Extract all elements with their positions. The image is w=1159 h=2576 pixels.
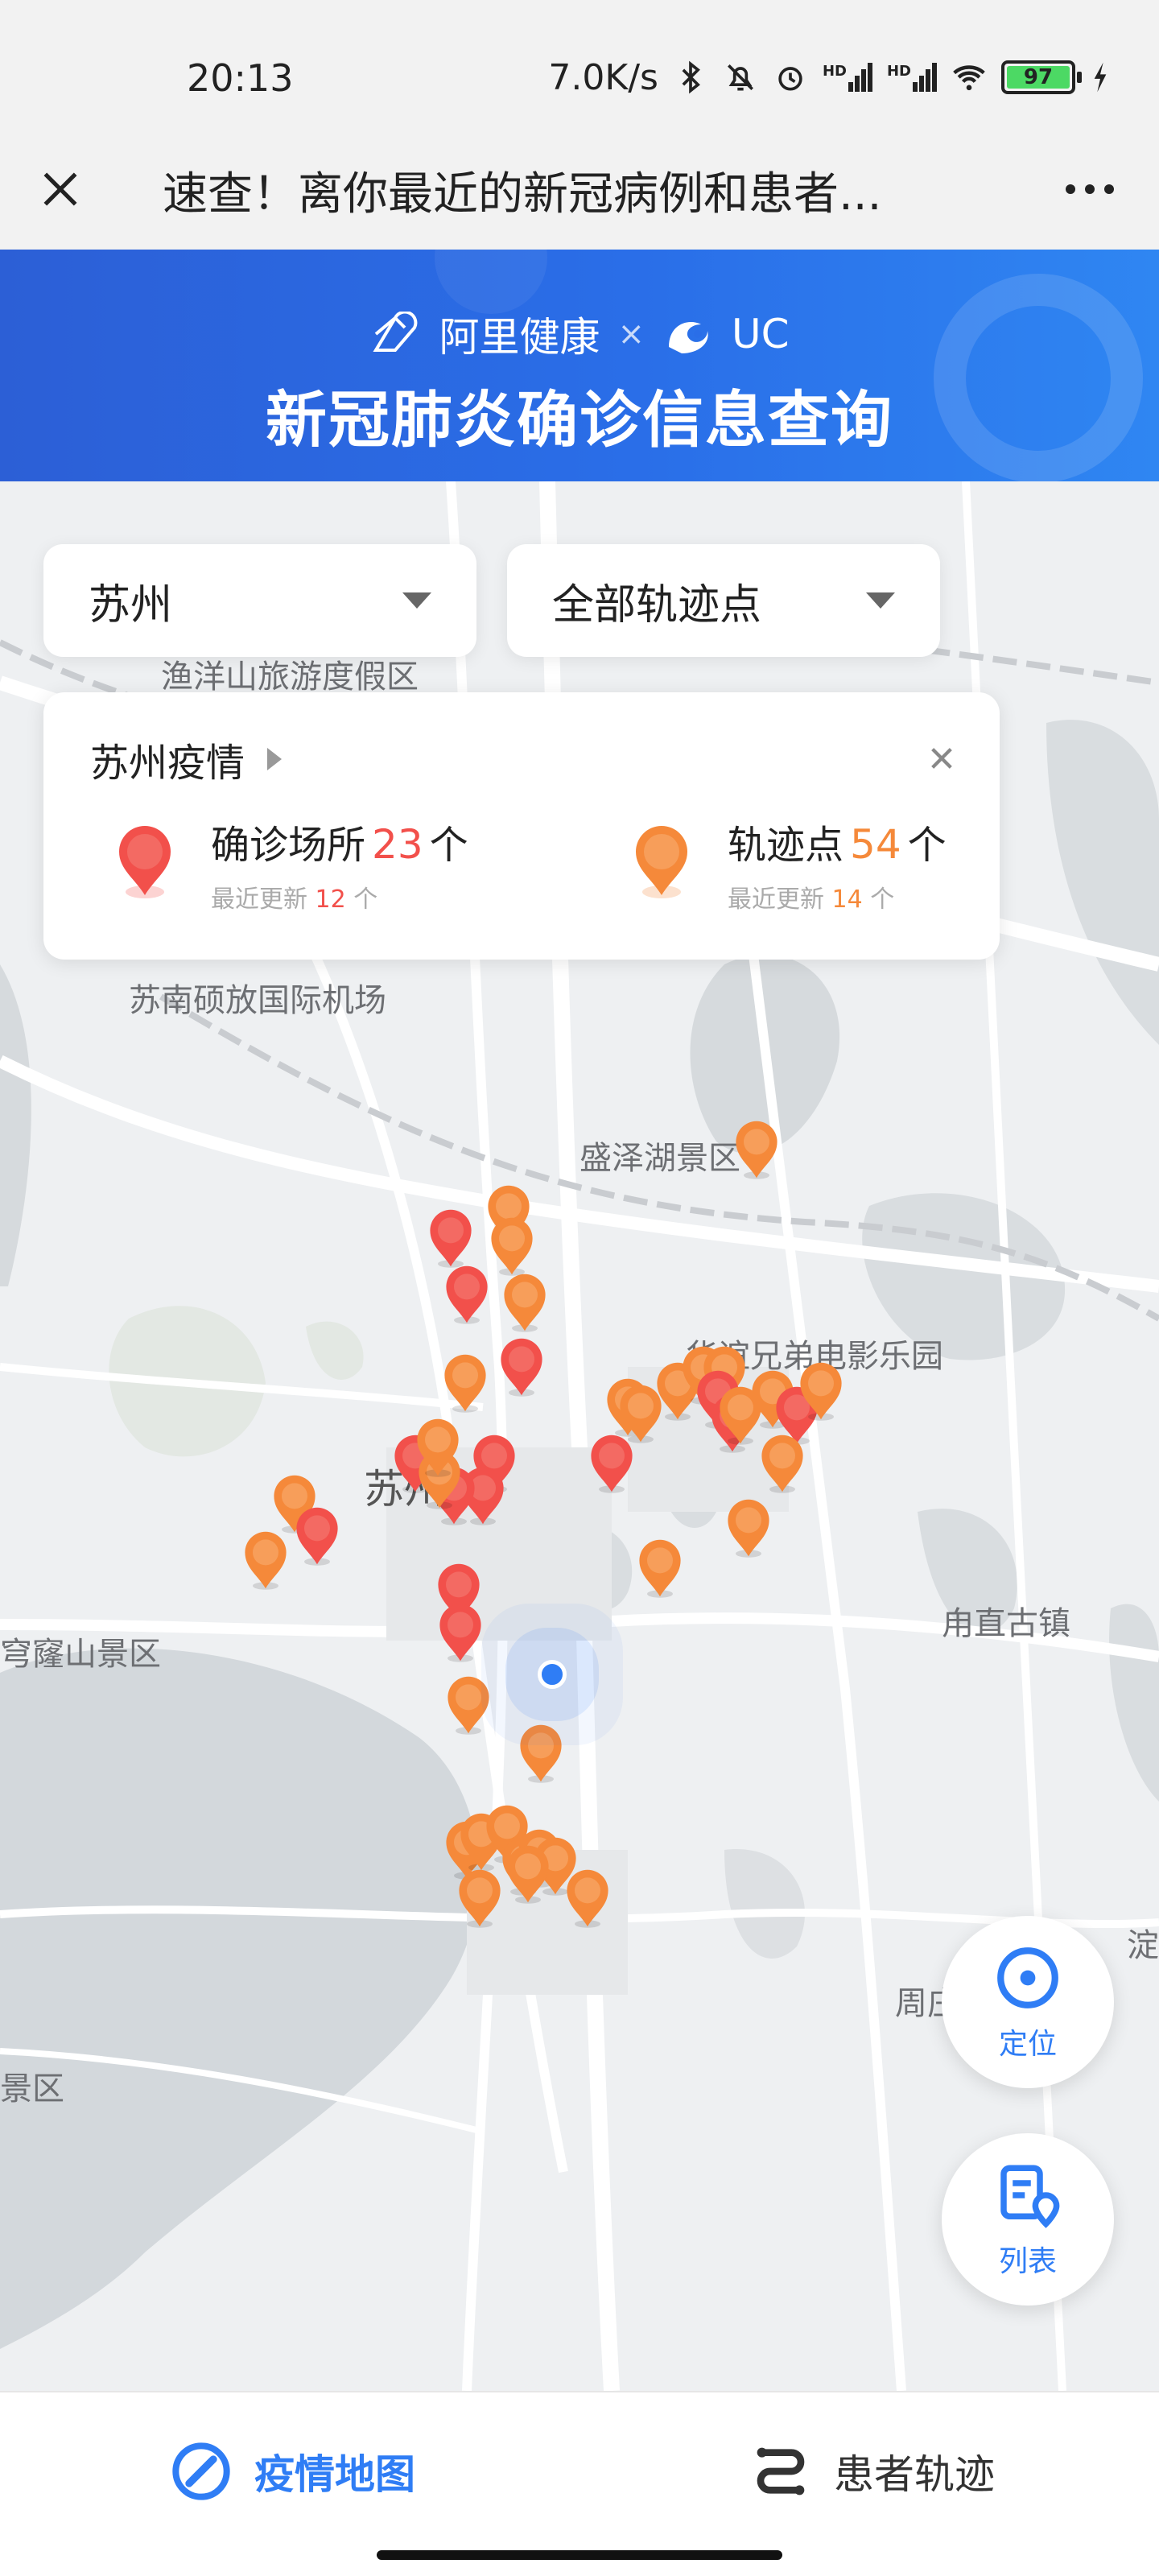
map-label-luzhi: 甪直古镇 bbox=[942, 1605, 1070, 1642]
track-count: 54 bbox=[850, 821, 901, 868]
confirmed-pin-icon bbox=[119, 826, 171, 898]
track-point-marker[interactable] bbox=[412, 1415, 464, 1480]
route-icon bbox=[757, 2447, 805, 2496]
track-point-marker[interactable] bbox=[443, 1673, 494, 1737]
alihealth-logo-icon bbox=[373, 312, 418, 352]
more-button[interactable] bbox=[1050, 153, 1130, 225]
current-location-dot bbox=[538, 1660, 567, 1689]
map-label-resort: 渔洋山旅游度假区 bbox=[161, 658, 419, 696]
map-label-scenic: 景区 bbox=[0, 2070, 64, 2107]
tab-epidemic-map-label: 疫情地图 bbox=[254, 2451, 415, 2498]
track-point-marker[interactable] bbox=[240, 1528, 291, 1592]
map-label-airport: 苏南硕放国际机场 bbox=[129, 982, 386, 1019]
track-pin-icon bbox=[636, 826, 687, 898]
track-label: 轨迹点 bbox=[728, 823, 844, 868]
confirmed-location-marker[interactable] bbox=[441, 1262, 493, 1327]
track-point-marker[interactable] bbox=[502, 1842, 554, 1906]
brand-uc: UC bbox=[732, 311, 790, 357]
locate-button[interactable]: 定位 bbox=[942, 1916, 1114, 2088]
alarm-icon bbox=[778, 67, 802, 91]
confirmed-location-marker[interactable] bbox=[291, 1504, 343, 1568]
track-updated-count: 14 bbox=[831, 886, 863, 914]
type-dropdown-value: 全部轨迹点 bbox=[552, 580, 762, 630]
confirmed-updated-label: 最近更新 bbox=[211, 886, 307, 914]
net-speed: 7.0K/s bbox=[548, 56, 658, 98]
brand-alihealth: 阿里健康 bbox=[439, 314, 600, 361]
list-icon bbox=[1000, 2165, 1060, 2228]
map-label-qionglong: 穹窿山景区 bbox=[0, 1636, 161, 1673]
battery-icon: 97 bbox=[1001, 60, 1082, 94]
confirmed-stat: 确诊场所 23 个 最近更新 12 个 bbox=[113, 813, 468, 914]
uc-logo-icon bbox=[669, 322, 708, 353]
brand-separator: × bbox=[617, 316, 645, 353]
track-point-marker[interactable] bbox=[715, 1383, 766, 1447]
triangle-right-icon bbox=[267, 748, 283, 770]
track-unit: 个 bbox=[907, 823, 947, 868]
page-title: 速查！离你最近的新冠病例和患者... bbox=[163, 168, 882, 221]
tab-epidemic-map[interactable]: 疫情地图 bbox=[169, 2431, 415, 2512]
confirmed-count: 23 bbox=[372, 821, 423, 868]
home-indicator bbox=[377, 2550, 782, 2560]
confirmed-unit: 个 bbox=[429, 823, 468, 868]
confirmed-location-marker[interactable] bbox=[496, 1335, 547, 1399]
status-icons: 7.0K/s HD HD 97 bbox=[548, 55, 1111, 100]
type-dropdown[interactable]: 全部轨迹点 bbox=[507, 544, 940, 657]
list-label: 列表 bbox=[998, 2245, 1057, 2278]
info-card-title-link[interactable]: 苏州疫情 bbox=[90, 731, 283, 787]
track-point-marker[interactable] bbox=[795, 1359, 847, 1423]
track-updated-unit: 个 bbox=[870, 886, 895, 914]
track-point-marker[interactable] bbox=[454, 1866, 505, 1930]
banner: 阿里健康 × UC 新冠肺炎确诊信息查询 bbox=[0, 250, 1159, 481]
track-point-marker[interactable] bbox=[499, 1270, 551, 1335]
signal-icon: HD bbox=[887, 63, 937, 92]
more-icon bbox=[1066, 184, 1075, 194]
confirmed-location-marker[interactable] bbox=[425, 1206, 476, 1270]
info-card-close-button[interactable] bbox=[922, 739, 961, 778]
signal-icon: HD bbox=[823, 63, 872, 92]
tab-patient-track-label: 患者轨迹 bbox=[834, 2451, 995, 2498]
confirmed-location-marker[interactable] bbox=[435, 1600, 486, 1665]
map-label-lake-resort: 盛泽湖景区 bbox=[580, 1140, 740, 1177]
close-button[interactable] bbox=[24, 153, 97, 225]
track-point-marker[interactable] bbox=[731, 1117, 782, 1182]
banner-decoration bbox=[435, 250, 547, 314]
caret-down-icon bbox=[402, 592, 431, 609]
track-point-marker[interactable] bbox=[562, 1866, 613, 1930]
caret-down-icon bbox=[866, 592, 895, 609]
nav-bar: 速查！离你最近的新冠病例和患者... bbox=[0, 129, 1159, 250]
info-card-title: 苏州疫情 bbox=[90, 741, 245, 786]
info-card: 苏州疫情 确诊场所 23 个 最近更新 12 个 轨迹点 54 个 最近更新 1… bbox=[43, 692, 1000, 960]
wifi-icon bbox=[953, 65, 985, 91]
locate-icon bbox=[997, 1947, 1058, 2008]
banner-title: 新冠肺炎确诊信息查询 bbox=[266, 384, 893, 456]
close-icon bbox=[931, 748, 952, 769]
confirmed-updated-count: 12 bbox=[315, 886, 346, 914]
bottom-tab-bar: 疫情地图 患者轨迹 bbox=[0, 2391, 1159, 2576]
list-button[interactable]: 列表 bbox=[942, 2133, 1114, 2306]
close-icon bbox=[43, 172, 77, 206]
map-label-dian: 淀 bbox=[1127, 1927, 1159, 1964]
brand-logos: 阿里健康 × UC bbox=[0, 306, 1159, 362]
city-dropdown[interactable]: 苏州 bbox=[43, 544, 476, 657]
track-point-marker[interactable] bbox=[439, 1351, 491, 1415]
charging-icon bbox=[1094, 62, 1107, 93]
tab-patient-track[interactable]: 患者轨迹 bbox=[749, 2431, 995, 2512]
track-stat: 轨迹点 54 个 最近更新 14 个 bbox=[629, 813, 947, 914]
locate-label: 定位 bbox=[998, 2028, 1057, 2061]
confirmed-updated-unit: 个 bbox=[353, 886, 378, 914]
status-time: 20:13 bbox=[187, 56, 294, 100]
city-dropdown-value: 苏州 bbox=[89, 580, 173, 630]
confirmed-label: 确诊场所 bbox=[211, 823, 366, 868]
bell-off-icon bbox=[728, 64, 753, 91]
track-point-marker[interactable] bbox=[486, 1214, 538, 1278]
track-point-marker[interactable] bbox=[515, 1721, 567, 1785]
bluetooth-icon bbox=[682, 60, 700, 94]
track-point-marker[interactable] bbox=[723, 1496, 774, 1560]
track-updated-label: 最近更新 bbox=[728, 886, 824, 914]
map-compass-icon bbox=[172, 2442, 230, 2500]
track-point-marker[interactable] bbox=[634, 1536, 686, 1600]
